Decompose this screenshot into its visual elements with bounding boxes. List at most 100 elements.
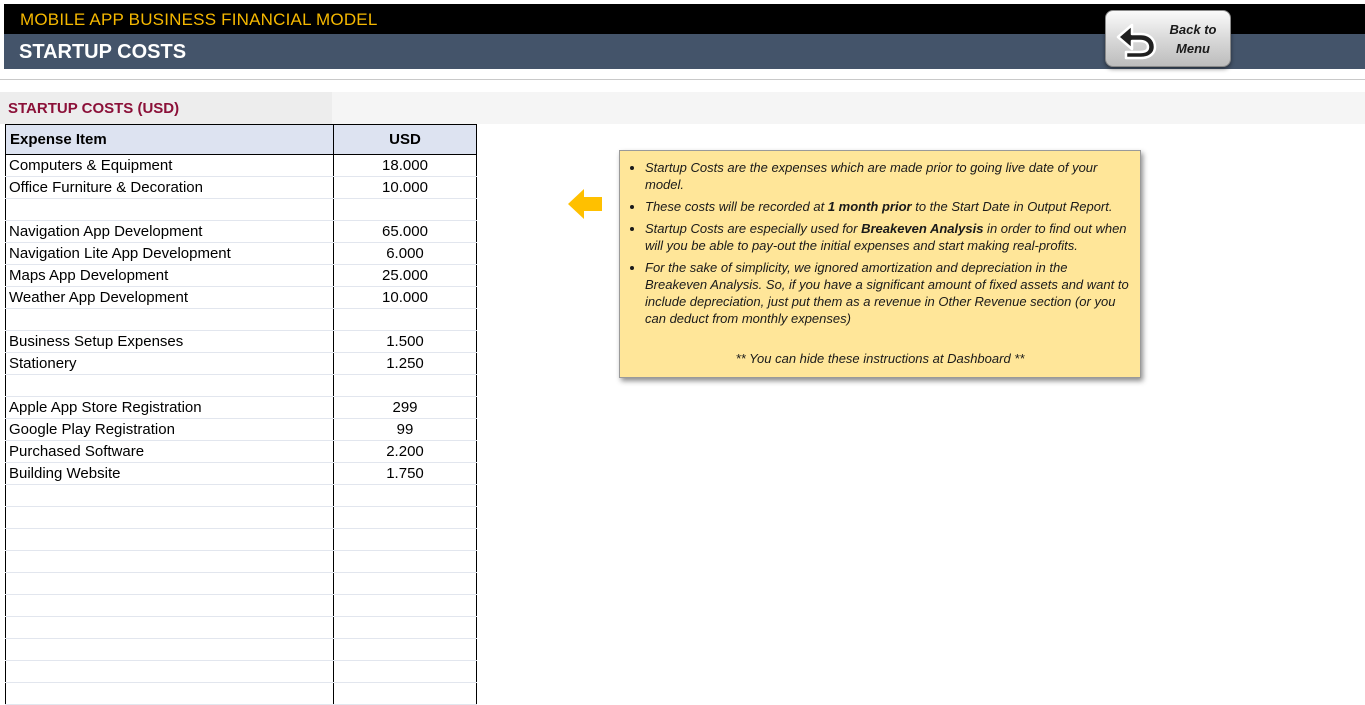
usd-amount-cell[interactable] <box>333 682 477 705</box>
usd-amount-cell[interactable] <box>333 594 477 617</box>
usd-amount-cell[interactable]: 65.000 <box>333 220 477 243</box>
usd-amount-cell[interactable]: 6.000 <box>333 242 477 265</box>
table-row <box>5 308 477 331</box>
expense-item-cell[interactable]: Google Play Registration <box>5 418 334 441</box>
instruction-text: These costs will be recorded at <box>645 199 828 214</box>
instruction-emphasis: 1 month prior <box>827 199 912 214</box>
expense-item-cell[interactable] <box>5 308 334 331</box>
table-row <box>5 550 477 573</box>
table-row <box>5 594 477 617</box>
usd-amount-cell[interactable] <box>333 528 477 551</box>
usd-amount-cell[interactable]: 1.250 <box>333 352 477 375</box>
expense-item-cell[interactable]: Computers & Equipment <box>5 154 334 177</box>
section-title: STARTUP COSTS (USD) <box>8 100 180 117</box>
instruction-text: to the Start Date in Output Report. <box>911 199 1113 214</box>
expense-item-cell[interactable]: Office Furniture & Decoration <box>5 176 334 199</box>
table-row <box>5 660 477 683</box>
table-row: Stationery 1.250 <box>5 352 477 375</box>
page-title: STARTUP COSTS <box>19 41 187 63</box>
expense-item-cell[interactable] <box>5 638 334 661</box>
table-row <box>5 682 477 705</box>
table-row <box>5 506 477 529</box>
usd-amount-cell[interactable]: 2.200 <box>333 440 477 463</box>
expense-item-cell[interactable] <box>5 506 334 529</box>
instruction-emphasis: Breakeven Analysis <box>861 221 984 236</box>
usd-amount-cell[interactable] <box>333 638 477 661</box>
expense-item-cell[interactable] <box>5 198 334 221</box>
expense-item-cell[interactable]: Building Website <box>5 462 334 485</box>
expense-item-cell[interactable]: Stationery <box>5 352 334 375</box>
expense-item-cell[interactable] <box>5 616 334 639</box>
instruction-item: For the sake of simplicity, we ignored a… <box>645 259 1130 327</box>
column-header-expense-item: Expense Item <box>5 124 334 155</box>
table-row: Office Furniture & Decoration 10.000 <box>5 176 477 199</box>
table-row <box>5 374 477 397</box>
table-row <box>5 616 477 639</box>
table-row: Apple App Store Registration 299 <box>5 396 477 419</box>
table-row: Business Setup Expenses 1.500 <box>5 330 477 353</box>
expense-item-cell[interactable] <box>5 682 334 705</box>
usd-amount-cell[interactable] <box>333 660 477 683</box>
usd-amount-cell[interactable] <box>333 198 477 221</box>
usd-amount-cell[interactable] <box>333 572 477 595</box>
usd-amount-cell[interactable] <box>333 374 477 397</box>
expense-item-cell[interactable]: Navigation Lite App Development <box>5 242 334 265</box>
usd-amount-cell[interactable] <box>333 506 477 529</box>
usd-amount-cell[interactable]: 25.000 <box>333 264 477 287</box>
left-arrow-icon <box>568 189 602 219</box>
instruction-text: For the sake of simplicity, we ignored a… <box>645 260 1129 326</box>
instructions-list: Startup Costs are the expenses which are… <box>620 151 1140 327</box>
table-row <box>5 198 477 221</box>
app-title: MOBILE APP BUSINESS FINANCIAL MODEL <box>20 10 378 29</box>
expense-item-cell[interactable] <box>5 374 334 397</box>
instruction-text: Startup Costs are especially used for <box>645 221 862 236</box>
usd-amount-cell[interactable]: 1.500 <box>333 330 477 353</box>
expense-item-cell[interactable] <box>5 572 334 595</box>
expense-item-cell[interactable]: Weather App Development <box>5 286 334 309</box>
table-row: Weather App Development 10.000 <box>5 286 477 309</box>
instruction-item: Startup Costs are the expenses which are… <box>645 159 1130 193</box>
expense-item-cell[interactable] <box>5 484 334 507</box>
instructions-box: Startup Costs are the expenses which are… <box>619 150 1141 378</box>
back-to-menu-button[interactable]: Back to Menu <box>1105 10 1231 67</box>
table-row: Navigation Lite App Development 6.000 <box>5 242 477 265</box>
usd-amount-cell[interactable]: 18.000 <box>333 154 477 177</box>
instructions-footer: ** You can hide these instructions at Da… <box>735 351 1025 366</box>
expense-item-cell[interactable]: Maps App Development <box>5 264 334 287</box>
table-row: Maps App Development 25.000 <box>5 264 477 287</box>
expense-item-cell[interactable] <box>5 550 334 573</box>
instruction-item: These costs will be recorded at 1 month … <box>645 198 1130 215</box>
usd-amount-cell[interactable] <box>333 550 477 573</box>
table-row: Navigation App Development 65.000 <box>5 220 477 243</box>
table-header-row: Expense Item USD <box>5 124 477 155</box>
table-row: Building Website 1.750 <box>5 462 477 485</box>
usd-amount-cell[interactable] <box>333 484 477 507</box>
instruction-text: Startup Costs are the expenses which are… <box>645 160 1098 192</box>
expense-item-cell[interactable]: Apple App Store Registration <box>5 396 334 419</box>
expense-item-cell[interactable]: Business Setup Expenses <box>5 330 334 353</box>
instruction-item: Startup Costs are especially used for Br… <box>645 220 1130 254</box>
table-row <box>5 484 477 507</box>
expense-item-cell[interactable] <box>5 594 334 617</box>
table-body: Computers & Equipment 18.000 Office Furnit… <box>5 154 477 705</box>
expense-item-cell[interactable] <box>5 528 334 551</box>
startup-costs-table: Expense Item USD Computers & Equipment 18… <box>5 124 477 705</box>
table-row <box>5 528 477 551</box>
header-divider <box>0 79 1365 80</box>
table-row: Computers & Equipment 18.000 <box>5 154 477 177</box>
back-to-menu-label: Back to Menu <box>1169 22 1217 56</box>
expense-item-cell[interactable]: Navigation App Development <box>5 220 334 243</box>
expense-item-cell[interactable] <box>5 660 334 683</box>
usd-amount-cell[interactable]: 99 <box>333 418 477 441</box>
usd-amount-cell[interactable]: 10.000 <box>333 286 477 309</box>
usd-amount-cell[interactable]: 10.000 <box>333 176 477 199</box>
column-header-usd: USD <box>333 124 477 155</box>
usd-amount-cell[interactable] <box>333 308 477 331</box>
usd-amount-cell[interactable]: 1.750 <box>333 462 477 485</box>
usd-amount-cell[interactable] <box>333 616 477 639</box>
table-row <box>5 638 477 661</box>
back-arrow-icon <box>1116 23 1157 60</box>
table-row: Google Play Registration 99 <box>5 418 477 441</box>
usd-amount-cell[interactable]: 299 <box>333 396 477 419</box>
expense-item-cell[interactable]: Purchased Software <box>5 440 334 463</box>
